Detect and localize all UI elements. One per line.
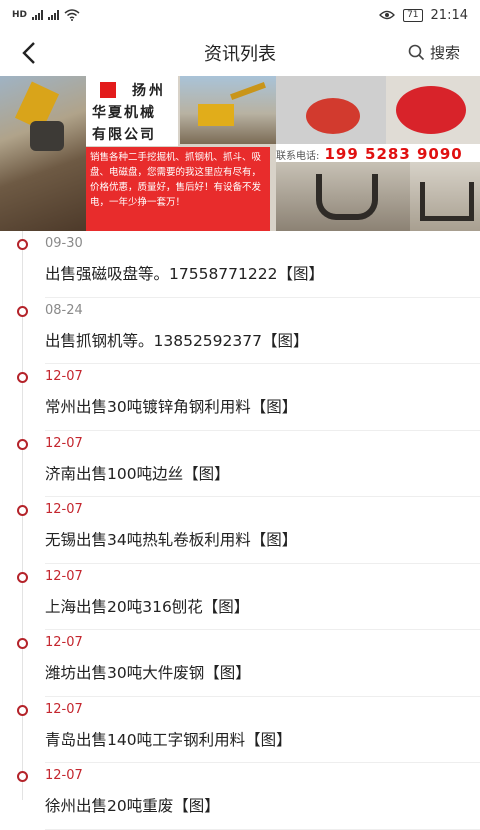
item-title: 上海出售20吨316刨花【图】 <box>45 597 250 616</box>
item-date: 12-07 <box>45 635 83 650</box>
divider <box>45 828 480 830</box>
company-logo: 扬州 华夏机械 有限公司 <box>86 76 178 146</box>
list-item[interactable]: 09-30 出售强磁吸盘等。17558771222【图】 <box>0 231 480 298</box>
list-item[interactable]: 08-24 出售抓钢机等。13852592377【图】 <box>0 298 480 364</box>
item-date: 12-07 <box>45 768 83 783</box>
magnet-photo-2 <box>386 76 480 144</box>
search-icon <box>408 44 425 61</box>
signal-icon-2 <box>48 10 60 20</box>
timeline-dot <box>17 638 28 649</box>
grab-attachment-photo-2 <box>410 162 480 231</box>
hd-indicator: HD <box>12 10 28 20</box>
status-right: 71 21:14 <box>379 8 468 23</box>
ad-banner[interactable]: 扬州 华夏机械 有限公司 销售各种二手挖掘机、抓钢机、抓斗、吸盘、电磁盘，您需要… <box>0 76 480 231</box>
list-item[interactable]: 12-07 潍坊出售30吨大件废钢【图】 <box>0 630 480 697</box>
item-date: 09-30 <box>45 236 83 251</box>
item-title: 出售抓钢机等。13852592377【图】 <box>45 331 309 350</box>
nav-bar: 资讯列表 搜索 <box>0 30 480 76</box>
battery-icon: 71 <box>403 8 423 22</box>
search-label: 搜索 <box>429 44 460 62</box>
wifi-icon <box>64 9 80 21</box>
list-item[interactable]: 12-07 无锡出售34吨热轧卷板利用料【图】 <box>0 497 480 564</box>
item-title: 青岛出售140吨工字钢利用料【图】 <box>45 730 292 749</box>
item-date: 08-24 <box>45 302 83 318</box>
timeline-dot <box>17 571 28 583</box>
promo-text: 销售各种二手挖掘机、抓钢机、抓斗、吸盘、电磁盘，您需要的我这里应有尽有，价格优惠… <box>86 147 270 231</box>
timeline-dot <box>17 704 28 716</box>
item-date: 12-07 <box>45 502 83 517</box>
company-name-line3: 有限公司 <box>92 127 156 143</box>
scrap-grab-photo <box>0 76 86 231</box>
logo-mark <box>100 82 116 98</box>
item-date: 12-07 <box>45 701 83 717</box>
contact-strip: 联系电话: 199 5283 9090 <box>276 144 480 162</box>
list-item[interactable]: 12-07 常州出售30吨镀锌角钢利用料【图】 <box>0 364 480 431</box>
page-title: 资讯列表 <box>204 44 276 65</box>
item-date: 12-07 <box>45 369 83 384</box>
back-arrow-icon <box>22 42 35 64</box>
item-title: 徐州出售20吨重废【图】 <box>45 797 220 815</box>
timeline-dot <box>17 771 28 782</box>
item-title: 常州出售30吨镀锌角钢利用料【图】 <box>45 398 298 416</box>
list-item[interactable]: 12-07 济南出售100吨边丝【图】 <box>0 431 480 497</box>
status-bar: HD 71 21:14 <box>0 0 480 30</box>
item-title: 出售强磁吸盘等。17558771222【图】 <box>45 265 324 283</box>
excavator-photo <box>180 76 276 144</box>
search-button[interactable]: 搜索 <box>408 42 460 63</box>
company-name-line2: 华夏机械 <box>92 105 156 121</box>
timeline-dot <box>17 372 28 383</box>
magnet-photo-1 <box>276 76 386 144</box>
timeline-dot <box>17 239 28 250</box>
eye-icon <box>379 10 395 20</box>
company-name-line1: 扬州 <box>132 83 166 99</box>
contact-phone: 199 5283 9090 <box>324 145 463 162</box>
news-list: 09-30 出售强磁吸盘等。17558771222【图】 08-24 出售抓钢机… <box>0 231 480 830</box>
item-title: 无锡出售34吨热轧卷板利用料【图】 <box>45 531 298 549</box>
grab-attachment-photo-1 <box>276 162 410 231</box>
list-item[interactable]: 12-07 徐州出售20吨重废【图】 <box>0 763 480 830</box>
timeline-dot <box>17 438 28 450</box>
list-item[interactable]: 12-07 青岛出售140吨工字钢利用料【图】 <box>0 697 480 763</box>
item-date: 12-07 <box>45 568 83 584</box>
item-date: 12-07 <box>45 435 83 451</box>
back-button[interactable] <box>14 38 44 68</box>
item-title: 济南出售100吨边丝【图】 <box>45 464 230 483</box>
item-title: 潍坊出售30吨大件废钢【图】 <box>45 664 251 682</box>
timeline-dot <box>17 305 28 317</box>
contact-label: 联系电话: <box>276 151 320 162</box>
clock: 21:14 <box>430 7 468 23</box>
signal-icon <box>32 10 44 20</box>
timeline-dot <box>17 505 28 516</box>
list-item[interactable]: 12-07 上海出售20吨316刨花【图】 <box>0 564 480 630</box>
status-left: HD <box>12 9 80 21</box>
